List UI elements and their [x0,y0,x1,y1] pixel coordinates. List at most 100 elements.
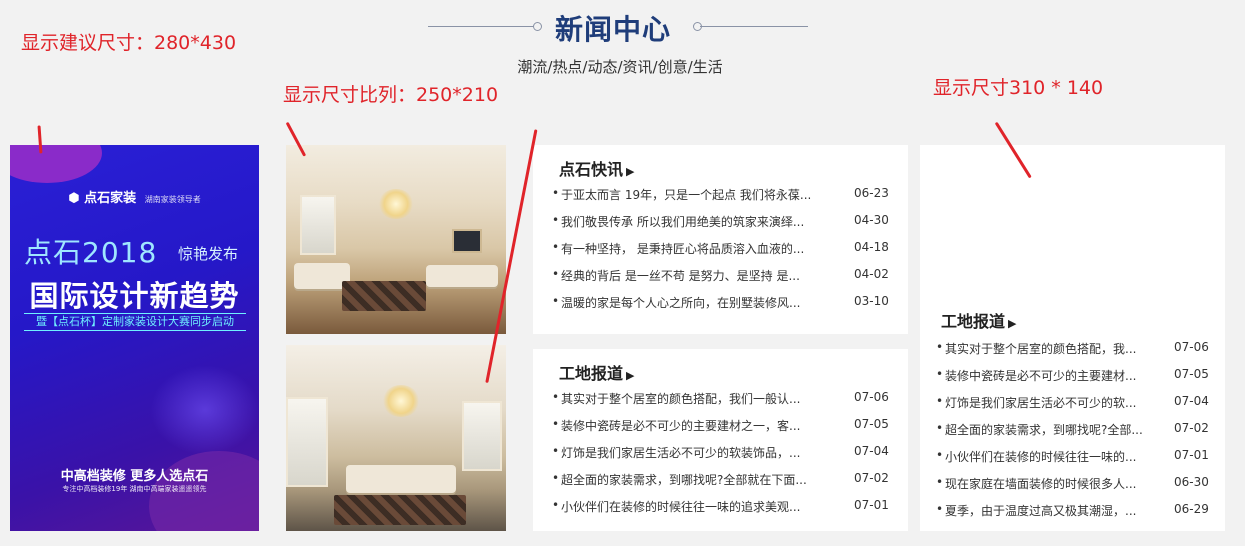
list-item[interactable]: • 灯饰是我们家居生活必不可少的软装饰品，... 07-04 [552,444,892,464]
wall-panel [300,195,336,255]
bullet-icon: • [552,267,560,281]
list-item-title: 经典的背后 是一丝不苟 是努力、是坚持 是... [561,269,800,283]
site-report-right-title-text: 工地报道 [941,312,1006,331]
list-item[interactable]: • 其实对于整个居室的颜色搭配，我... 07-06 [936,340,1212,360]
list-item-date: 07-02 [854,471,889,485]
list-item[interactable]: • 超全面的家装需求，到哪找呢?全部... 07-02 [936,421,1212,441]
promo-banner[interactable]: ⬢ 点石家装 湖南家装领导者 点石2018 惊艳发布 国际设计新趋势 暨【点石杯… [10,145,259,531]
list-item-date: 06-30 [1174,475,1209,489]
list-item-date: 07-01 [854,498,889,512]
list-item[interactable]: • 经典的背后 是一丝不苟 是努力、是坚持 是... 04-02 [552,267,892,287]
site-report-right-title[interactable]: 工地报道 ▶ [941,308,1016,332]
section-title: 新闻中心 [554,13,671,46]
list-item[interactable]: • 灯饰是我们家居生活必不可少的软... 07-04 [936,394,1212,414]
rug [334,495,466,525]
bullet-icon: • [936,475,944,489]
annotation-right-photo-size: 显示尺寸310 * 140 [933,77,1104,99]
banner-footer-1: 中高档装修 更多人选点石 [60,469,209,484]
banner-footer-2: 专注中高档装修19年 湖南中高端家装遥遥领先 [62,485,207,493]
sofa [346,465,456,493]
list-item-title: 温暖的家是每个人心之所向，在别墅装修风... [561,296,801,310]
list-item-title: 其实对于整个居室的颜色搭配，我们一般认... [561,392,801,406]
list-item[interactable]: • 小伙伴们在装修的时候往往一味的追求美观... 07-01 [552,498,892,518]
list-item-date: 04-30 [854,213,889,227]
list-item[interactable]: • 夏季，由于温度过高又极其潮湿，... 06-29 [936,502,1212,522]
list-item-date: 07-04 [1174,394,1209,408]
banner-logo: ⬢ 点石家装 湖南家装领导者 [10,187,259,206]
header-rule-right [700,26,808,27]
list-item-date: 07-02 [1174,421,1209,435]
news-flash-title[interactable]: 点石快讯 ▶ [559,156,634,180]
site-report-card: 工地报道 ▶ • 其实对于整个居室的颜色搭配，我们一般认... 07-06 • 装… [533,349,908,531]
list-item[interactable]: • 于亚太而言 19年，只是一个起点 我们将永葆... 06-23 [552,186,892,206]
bullet-icon: • [552,213,560,227]
bullet-icon: • [552,240,560,254]
list-item-title: 灯饰是我们家居生活必不可少的软装饰品，... [561,446,801,460]
caret-right-icon: ▶ [1008,317,1017,330]
bullet-icon: • [936,448,944,462]
list-item-title: 装修中瓷砖是必不可少的主要建材... [945,369,1137,383]
list-item[interactable]: • 小伙伴们在装修的时候往往一味的... 07-01 [936,448,1212,468]
site-report-title[interactable]: 工地报道 ▶ [559,360,634,384]
list-item-title: 灯饰是我们家居生活必不可少的软... [945,396,1137,410]
list-item-title: 超全面的家装需求，到哪找呢?全部... [945,423,1143,437]
chandelier-icon [378,189,414,219]
list-item-title: 装修中瓷砖是必不可少的主要建材之一，客... [561,419,801,433]
bullet-icon: • [936,421,944,435]
bullet-icon: • [552,186,560,200]
list-item-date: 07-04 [854,444,889,458]
list-item-date: 07-01 [1174,448,1209,462]
annotation-photo-size: 显示尺寸比列：250*210 [283,84,499,106]
bullet-icon: • [936,394,944,408]
tv-screen [452,229,482,253]
list-item[interactable]: • 温暖的家是每个人心之所向，在别墅装修风... 03-10 [552,294,892,314]
list-item-date: 03-10 [854,294,889,308]
list-item[interactable]: • 装修中瓷砖是必不可少的主要建材之一，客... 07-05 [552,417,892,437]
list-item-title: 其实对于整个居室的颜色搭配，我... [945,342,1137,356]
list-item[interactable]: • 超全面的家装需求，到哪找呢?全部就在下面... 07-02 [552,471,892,491]
bullet-icon: • [552,498,560,512]
section-subtitle: 潮流/热点/动态/资讯/创意/生活 [517,58,723,76]
list-item-date: 04-02 [854,267,889,281]
banner-headline-2: 国际设计新趋势 [29,279,240,313]
caret-right-icon: ▶ [626,165,635,178]
banner-brand-sub: 湖南家装领导者 [144,195,201,204]
chandelier-icon [382,385,420,417]
list-item-date: 07-05 [854,417,889,431]
living-room-photo-1[interactable] [286,145,506,334]
tv-cabinet [426,265,498,287]
list-item-date: 07-06 [854,390,889,404]
list-item[interactable]: • 我们敬畏传承 所以我们用绝美的筑家来演绎... 04-30 [552,213,892,233]
list-item-title: 小伙伴们在装修的时候往往一味的... [945,450,1137,464]
bullet-icon: • [936,502,944,516]
annotation-banner-size: 显示建议尺寸：280*430 [21,32,237,54]
list-item-title: 夏季，由于温度过高又极其潮湿，... [945,504,1137,518]
list-item-title: 我们敬畏传承 所以我们用绝美的筑家来演绎... [561,215,805,229]
list-item-date: 07-06 [1174,340,1209,354]
list-item[interactable]: • 装修中瓷砖是必不可少的主要建材... 07-05 [936,367,1212,387]
living-room-photo-2[interactable] [286,345,506,531]
banner-strip: 暨【点石杯】定制家装设计大赛同步启动 [24,313,246,331]
window [462,401,502,471]
news-flash-card: 点石快讯 ▶ • 于亚太而言 19年，只是一个起点 我们将永葆... 06-23 … [533,145,908,334]
list-item-title: 超全面的家装需求，到哪找呢?全部就在下面... [561,473,807,487]
site-report-card-right: 工地报道 ▶ • 其实对于整个居室的颜色搭配，我... 07-06 • 装修中瓷砖… [920,145,1225,531]
bullet-icon: • [936,367,944,381]
bullet-icon: • [552,417,560,431]
bullet-icon: • [552,390,560,404]
banner-decor-blob [10,145,102,183]
list-item[interactable]: • 有一种坚持， 是秉持匠心将品质溶入血液的... 04-18 [552,240,892,260]
list-item-date: 06-29 [1174,502,1209,516]
list-item[interactable]: • 其实对于整个居室的颜色搭配，我们一般认... 07-06 [552,390,892,410]
bullet-icon: • [552,294,560,308]
list-item[interactable]: • 现在家庭在墙面装修的时候很多人... 06-30 [936,475,1212,495]
list-item-title: 小伙伴们在装修的时候往往一味的追求美观... [561,500,801,514]
banner-headline-1: 点石2018 [24,236,158,269]
list-item-date: 04-18 [854,240,889,254]
caret-right-icon: ▶ [626,369,635,382]
banner-glow [150,365,259,455]
annotation-stroke [37,125,43,154]
window [286,397,328,487]
rug [342,281,426,311]
list-item-date: 06-23 [854,186,889,200]
